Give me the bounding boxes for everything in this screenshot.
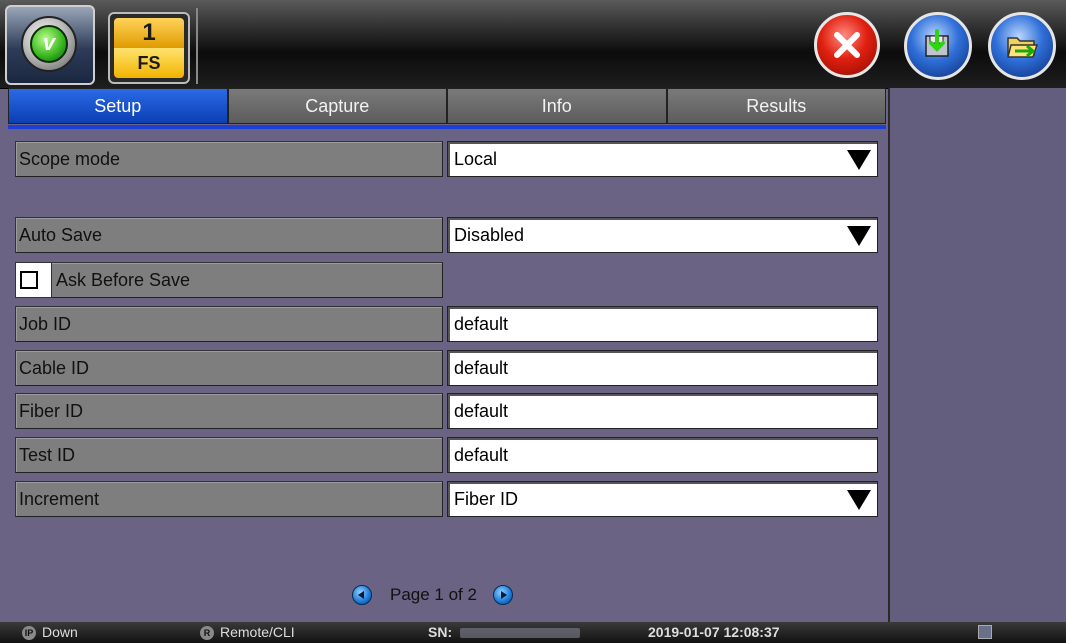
ask-before-save-checkbox[interactable]	[20, 271, 38, 289]
scope-mode-select[interactable]: Local	[447, 141, 878, 177]
file-manager-button[interactable]	[988, 12, 1056, 80]
close-button[interactable]	[814, 12, 880, 78]
auto-save-value: Disabled	[454, 225, 525, 245]
tab-capture[interactable]: Capture	[227, 88, 447, 124]
right-side-panel	[888, 88, 1066, 622]
tab-setup[interactable]: Setup	[8, 88, 228, 124]
fiber-id-label: Fiber ID	[15, 393, 443, 429]
tab-underline	[8, 125, 886, 129]
top-toolbar: v 1 FS	[0, 0, 888, 89]
fs-label: FS	[114, 48, 184, 78]
fs-module-button[interactable]: 1 FS	[108, 12, 190, 84]
top-toolbar-right	[888, 0, 1066, 88]
auto-save-select[interactable]: Disabled	[447, 217, 878, 253]
save-icon	[925, 29, 949, 57]
serial-number: SN:	[428, 622, 581, 643]
fiber-id-input[interactable]: default	[447, 393, 878, 429]
scope-mode-value: Local	[454, 149, 498, 169]
remote-badge-icon: R	[200, 625, 214, 640]
status-bar: IP Down R Remote/CLI SN: 2019-01-07 12:0…	[0, 622, 1066, 643]
pagination: Page 1 of 2	[352, 583, 513, 607]
job-id-label: Job ID	[15, 306, 443, 342]
increment-label: Increment	[15, 481, 443, 517]
page-indicator: Page 1 of 2	[390, 585, 477, 604]
close-icon	[834, 32, 860, 58]
job-id-input[interactable]: default	[447, 306, 878, 342]
fs-number: 1	[114, 18, 184, 48]
test-id-label: Test ID	[15, 437, 443, 473]
home-button[interactable]: v	[5, 5, 95, 85]
arrow-right-icon	[500, 591, 507, 599]
tab-bar: Setup Capture Info Results	[8, 88, 886, 126]
dropdown-arrow-icon	[847, 226, 871, 246]
ip-status: IP Down	[22, 622, 78, 643]
dropdown-arrow-icon	[847, 150, 871, 170]
increment-value: Fiber ID	[454, 489, 519, 509]
tab-results[interactable]: Results	[666, 88, 886, 124]
arrow-left-icon	[358, 591, 364, 599]
datetime: 2019-01-07 12:08:37	[648, 624, 780, 640]
remote-status: R Remote/CLI	[200, 622, 295, 643]
logo-letter: v	[30, 25, 68, 63]
save-button[interactable]	[904, 12, 972, 80]
toolbar-divider	[196, 8, 198, 84]
ask-before-save-checkbox-wrap[interactable]	[15, 262, 52, 298]
auto-save-label: Auto Save	[15, 217, 443, 253]
scope-mode-label: Scope mode	[15, 141, 443, 177]
increment-select[interactable]: Fiber ID	[447, 481, 878, 517]
cable-id-input[interactable]: default	[447, 350, 878, 386]
ip-badge-icon: IP	[22, 625, 36, 640]
sn-redacted	[460, 627, 581, 638]
prev-page-button[interactable]	[352, 585, 372, 605]
sn-label: SN:	[428, 624, 453, 640]
tab-info[interactable]: Info	[447, 88, 667, 124]
cable-id-label: Cable ID	[15, 350, 443, 386]
ask-before-save-label: Ask Before Save	[15, 262, 443, 298]
folder-icon	[1007, 37, 1039, 58]
remote-status-text: Remote/CLI	[220, 624, 295, 640]
test-id-input[interactable]: default	[447, 437, 878, 473]
next-page-button[interactable]	[492, 585, 513, 605]
dropdown-arrow-icon	[847, 490, 871, 510]
status-tray-icon[interactable]	[978, 625, 992, 639]
logo-icon: v	[21, 16, 77, 72]
ip-status-text: Down	[42, 624, 78, 640]
